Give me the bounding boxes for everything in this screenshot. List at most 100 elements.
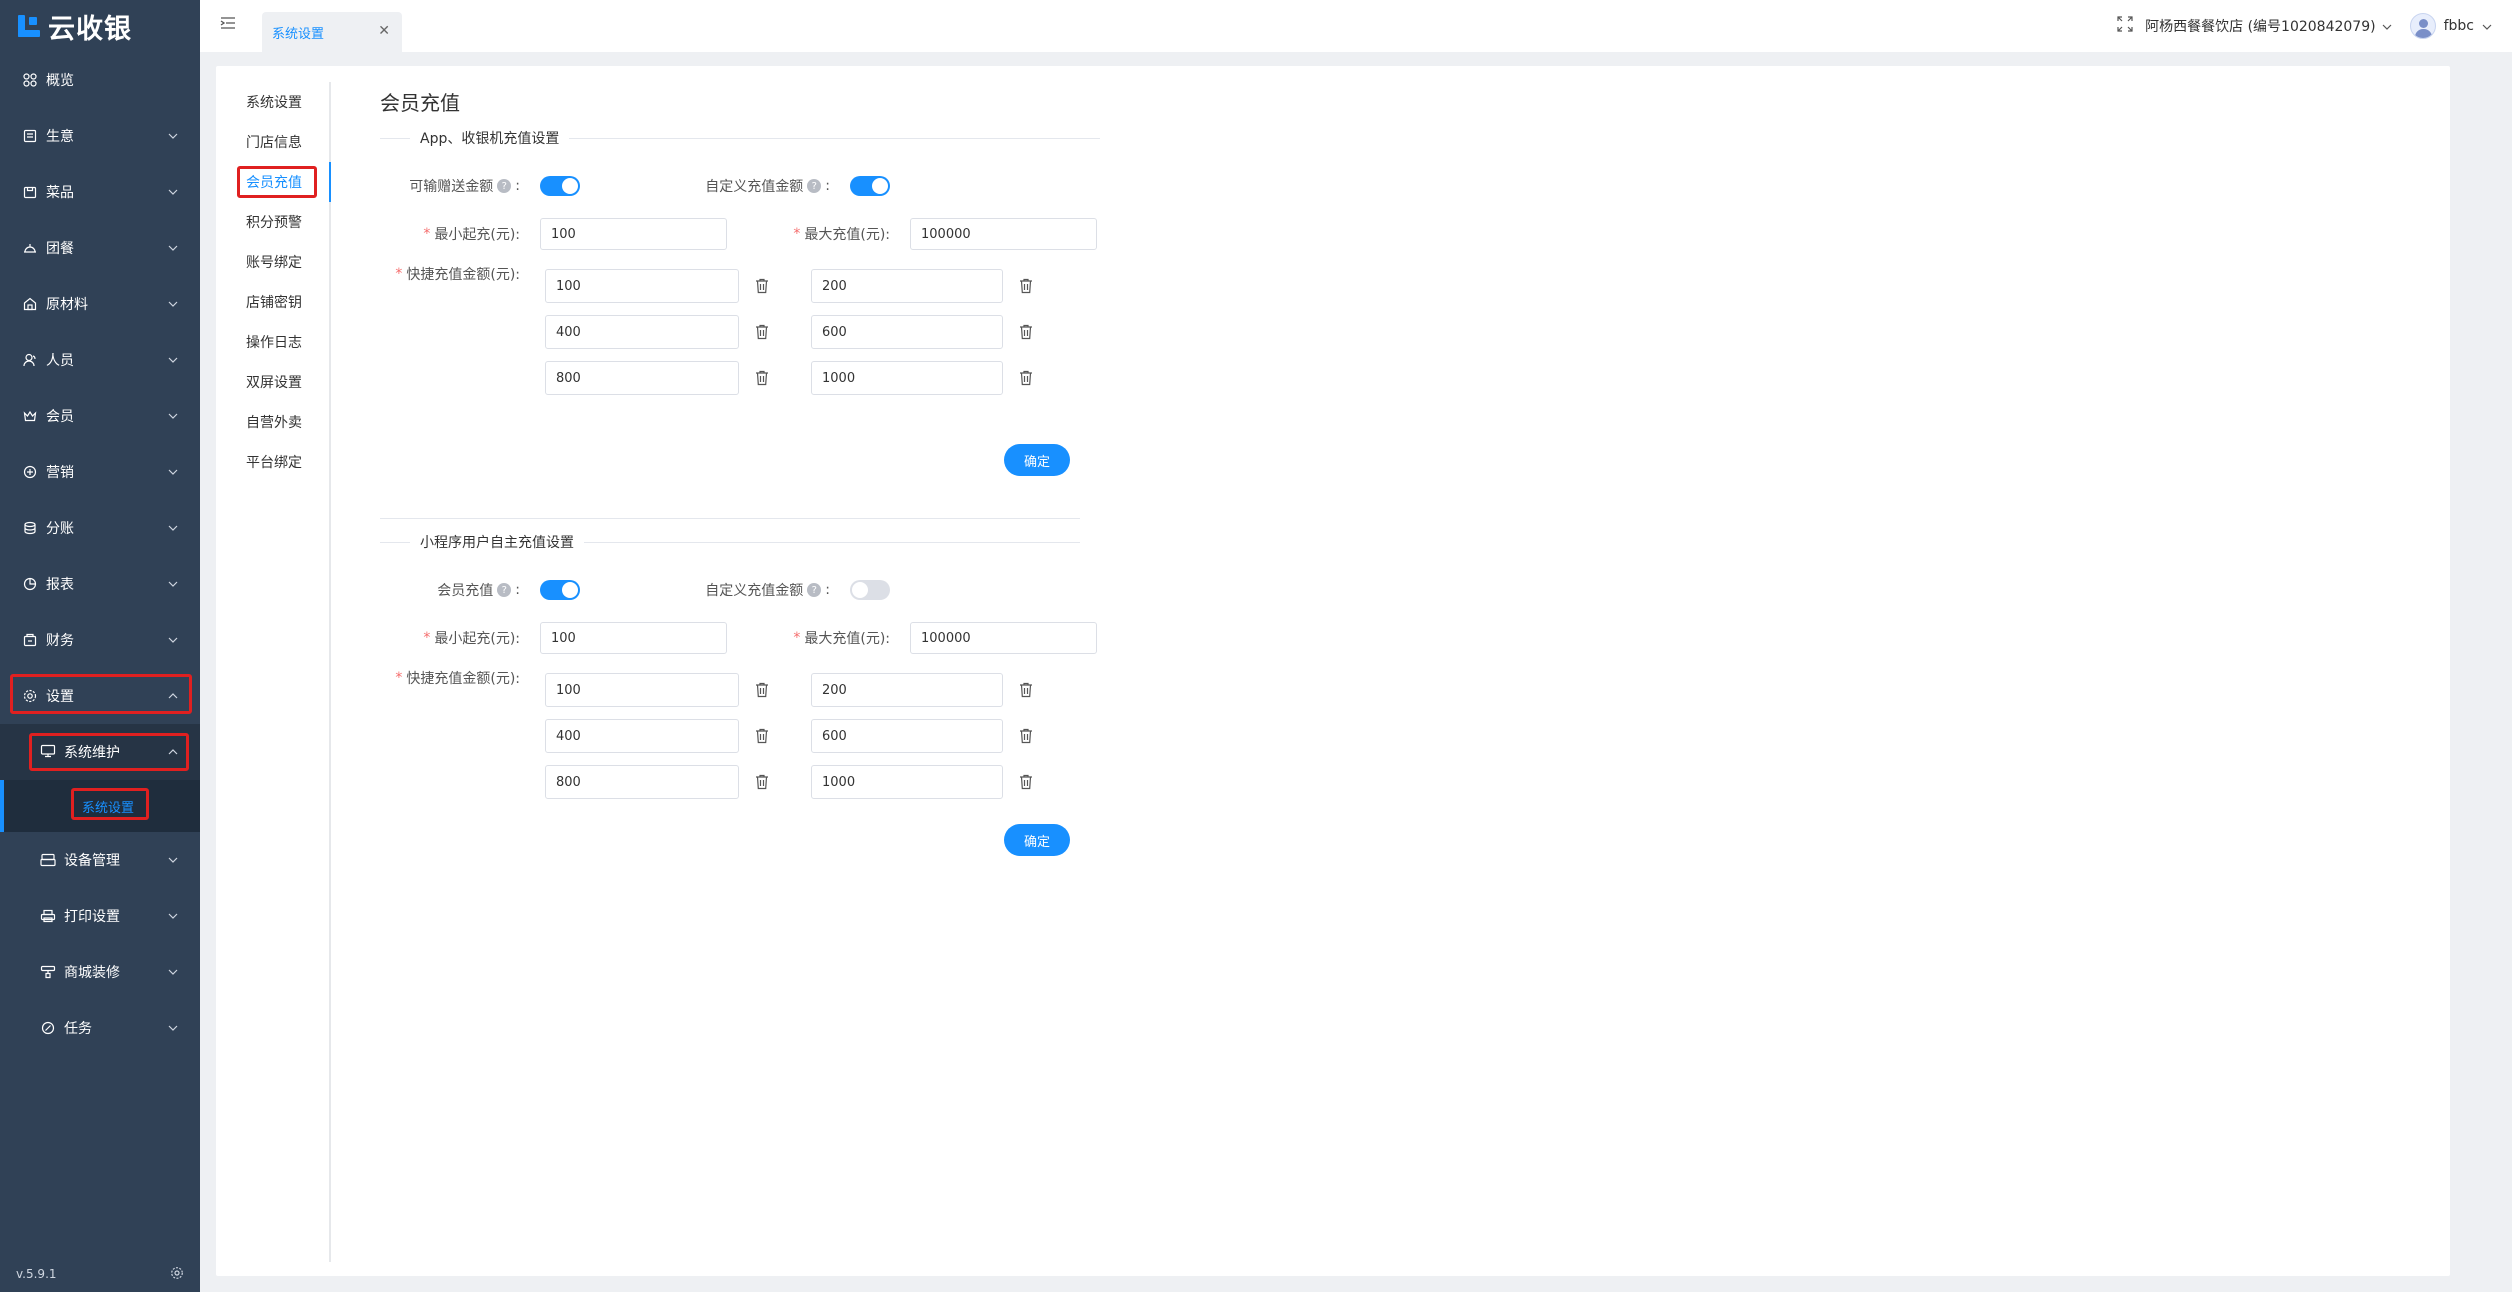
sidebar-item-label: 打印设置 (64, 909, 120, 925)
subnav-item-dual-screen[interactable]: 双屏设置 (216, 362, 329, 402)
app-logo[interactable]: 云收银 (0, 0, 200, 52)
sidebar-item-store-decoration[interactable]: 商城装修 (0, 944, 200, 1000)
help-icon[interactable]: ? (807, 583, 822, 597)
help-icon[interactable]: ? (497, 583, 512, 597)
sidebar-item-label: 商城装修 (64, 965, 120, 981)
subnav-item-member-recharge[interactable]: 会员充值 (216, 162, 331, 202)
trash-icon[interactable] (1017, 323, 1035, 341)
trash-icon[interactable] (753, 681, 771, 699)
quick-amount-row (545, 315, 1035, 349)
min-recharge-input[interactable] (540, 622, 727, 654)
sidebar-item-label: 报表 (46, 577, 74, 593)
user-name[interactable]: fbbc (2444, 18, 2474, 34)
confirm-button[interactable]: 确定 (1004, 444, 1070, 476)
sidebar-footer: v.5.9.1 (0, 1256, 200, 1292)
section-title: 小程序用户自主充值设置 (410, 532, 584, 552)
custom-amount-switch[interactable] (850, 580, 890, 600)
quick-amount-input[interactable] (545, 315, 739, 349)
trash-icon[interactable] (1017, 727, 1035, 745)
help-icon[interactable]: ? (807, 179, 822, 193)
trash-icon[interactable] (1017, 277, 1035, 295)
sidebar-item-group-meal[interactable]: 团餐 (0, 220, 200, 276)
quick-amount-input[interactable] (811, 765, 1003, 799)
max-recharge-input[interactable] (910, 218, 1097, 250)
tab-label: 系统设置 (272, 26, 325, 42)
quick-amount-input[interactable] (811, 315, 1003, 349)
chevron-down-icon[interactable] (2482, 18, 2492, 34)
sidebar-item-member[interactable]: 会员 (0, 388, 200, 444)
gift-amount-switch[interactable] (540, 176, 580, 196)
business-icon (22, 128, 38, 144)
sidebar-item-print-settings[interactable]: 打印设置 (0, 888, 200, 944)
custom-amount-switch[interactable] (850, 176, 890, 196)
sidebar-item-split[interactable]: 分账 (0, 500, 200, 556)
sidebar-item-materials[interactable]: 原材料 (0, 276, 200, 332)
quick-amount-input[interactable] (545, 673, 739, 707)
max-recharge-input[interactable] (910, 622, 1097, 654)
trash-icon[interactable] (753, 773, 771, 791)
confirm-button[interactable]: 确定 (1004, 824, 1070, 856)
sidebar-item-reports[interactable]: 报表 (0, 556, 200, 612)
trash-icon[interactable] (1017, 681, 1035, 699)
help-icon[interactable]: ? (497, 179, 512, 193)
gear-icon[interactable] (170, 1266, 184, 1283)
section-title: App、收银机充值设置 (410, 128, 570, 148)
decorate-icon (40, 964, 56, 980)
quick-amount-input[interactable] (545, 719, 739, 753)
subnav-item-store-info[interactable]: 门店信息 (216, 122, 329, 162)
subnav-item-system-settings[interactable]: 系统设置 (216, 82, 329, 122)
trash-icon[interactable] (753, 369, 771, 387)
tab-system-settings[interactable]: 系统设置 ✕ (262, 12, 402, 52)
sidebar-item-business[interactable]: 生意 (0, 108, 200, 164)
trash-icon[interactable] (1017, 773, 1035, 791)
subnav-item-store-key[interactable]: 店铺密钥 (216, 282, 329, 322)
sidebar-item-finance[interactable]: 财务 (0, 612, 200, 668)
sidebar-item-system-maintenance[interactable]: 系统维护 (0, 724, 200, 780)
sidebar-item-dishes[interactable]: 菜品 (0, 164, 200, 220)
gift-amount-label: 可输赠送金额?: (409, 178, 520, 195)
sidebar-item-marketing[interactable]: 营销 (0, 444, 200, 500)
dashboard-icon (22, 72, 38, 88)
quick-amount-input[interactable] (545, 269, 739, 303)
subnav-item-operation-log[interactable]: 操作日志 (216, 322, 329, 362)
menu-toggle-icon[interactable] (220, 16, 238, 32)
quick-amount-input[interactable] (811, 269, 1003, 303)
quick-amount-input[interactable] (811, 719, 1003, 753)
sidebar-item-overview[interactable]: 概览 (0, 52, 200, 108)
member-recharge-label: 会员充值?: (437, 582, 520, 599)
fullscreen-icon[interactable] (2117, 16, 2133, 36)
close-icon[interactable]: ✕ (378, 23, 390, 39)
avatar[interactable] (2409, 13, 2436, 39)
sidebar-item-tasks[interactable]: 任务 (0, 1000, 200, 1056)
chevron-down-icon (166, 297, 180, 311)
subnav-item-self-delivery[interactable]: 自营外卖 (216, 402, 329, 442)
store-selector[interactable]: 阿杨西餐餐饮店 (编号1020842079) (2145, 16, 2375, 36)
quick-amount-input[interactable] (545, 765, 739, 799)
trash-icon[interactable] (753, 727, 771, 745)
subnav-item-account-binding[interactable]: 账号绑定 (216, 242, 329, 282)
chevron-down-icon (166, 577, 180, 591)
sidebar-item-device-management[interactable]: 设备管理 (0, 832, 200, 888)
highlight-box (10, 674, 192, 714)
sidebar-item-staff[interactable]: 人员 (0, 332, 200, 388)
trash-icon[interactable] (753, 277, 771, 295)
subnav-item-platform-binding[interactable]: 平台绑定 (216, 442, 329, 482)
subnav-item-points-alert[interactable]: 积分预警 (216, 202, 329, 242)
member-recharge-switch[interactable] (540, 580, 580, 600)
quick-amount-input[interactable] (811, 361, 1003, 395)
sidebar-item-settings[interactable]: 设置 (0, 668, 200, 724)
chevron-down-icon[interactable] (2382, 18, 2392, 34)
split-icon (22, 520, 38, 536)
chevron-down-icon (166, 1021, 180, 1035)
min-recharge-input[interactable] (540, 218, 727, 250)
quick-amount-input[interactable] (811, 673, 1003, 707)
material-icon (22, 296, 38, 312)
trash-icon[interactable] (753, 323, 771, 341)
sidebar-item-system-settings[interactable]: 系统设置 (0, 780, 200, 832)
chevron-down-icon (166, 241, 180, 255)
quick-amount-input[interactable] (545, 361, 739, 395)
quick-amount-row (545, 269, 1035, 303)
trash-icon[interactable] (1017, 369, 1035, 387)
sidebar-item-label: 设备管理 (64, 853, 120, 869)
staff-icon (22, 352, 38, 368)
